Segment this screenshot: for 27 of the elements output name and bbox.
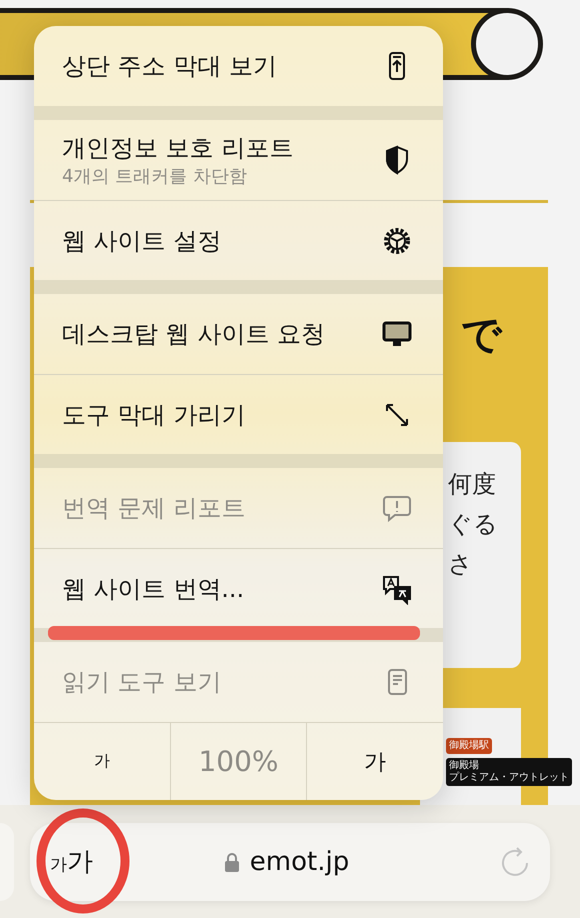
- menu-item-label: 번역 문제 리포트: [62, 493, 246, 524]
- page-format-button[interactable]: 가가: [50, 844, 93, 879]
- station-badge: 御殿場駅: [446, 738, 492, 754]
- station-badge: 御殿場 プレミアム・アウトレット: [446, 758, 572, 786]
- lock-icon: [224, 852, 240, 872]
- menu-item-label: 읽기 도구 보기: [62, 667, 222, 698]
- menu-item-label: 웹 사이트 번역...: [62, 574, 244, 604]
- card-text: さ: [448, 549, 474, 580]
- menu-item[interactable]: 개인정보 보호 리포트 4개의 트래커를 차단함: [34, 120, 443, 200]
- url-text: emot.jp: [250, 846, 350, 876]
- menu-item[interactable]: 상단 주소 막대 보기: [34, 26, 443, 106]
- menu-item[interactable]: 도구 막대 가리기: [34, 374, 443, 454]
- menu-item-label: 개인정보 보호 리포트: [62, 133, 294, 164]
- menu-item-subtitle: 4개의 트래커를 차단함: [62, 165, 248, 188]
- card-text: 何度: [448, 469, 497, 500]
- card-text: ぐる: [448, 509, 499, 540]
- heading-text: で: [461, 311, 504, 360]
- menu-item-label: 웹 사이트 설정: [62, 226, 222, 256]
- increase-text-button[interactable]: 가: [306, 723, 443, 800]
- zoom-level: 100%: [170, 723, 307, 800]
- menu-item-label: 데스크탑 웹 사이트 요청: [62, 319, 325, 350]
- menu-item-label: 도구 막대 가리기: [62, 400, 246, 430]
- decrease-text-button[interactable]: 가: [34, 723, 170, 800]
- menu-item-label: 상단 주소 막대 보기: [62, 51, 277, 82]
- menu-item[interactable]: 데스크탑 웹 사이트 요청: [34, 294, 443, 374]
- address-field[interactable]: 가가 emot.jp: [30, 822, 550, 900]
- menu-item[interactable]: 웹 사이트 설정: [34, 200, 443, 280]
